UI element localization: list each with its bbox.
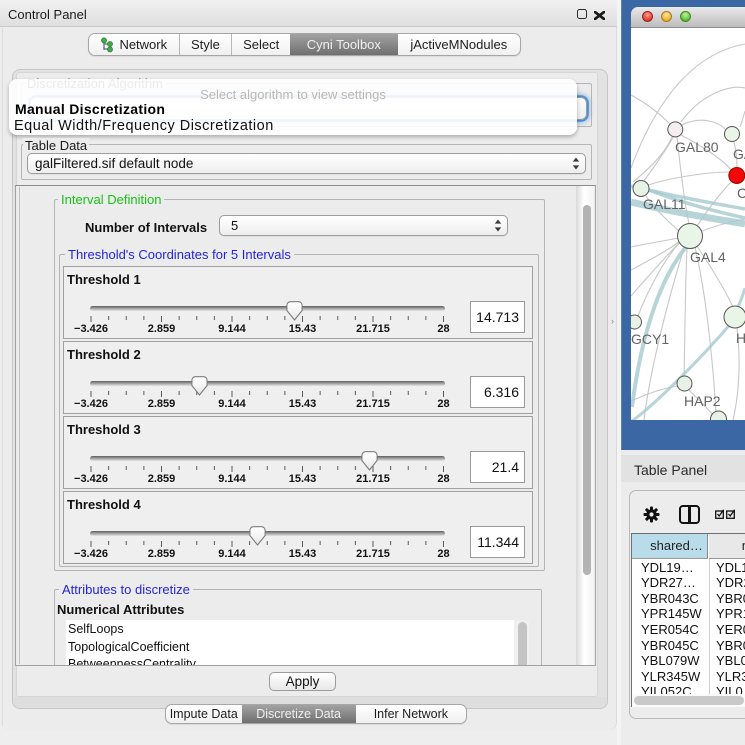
svg-text:GA: GA xyxy=(733,146,745,162)
svg-text:GAL80: GAL80 xyxy=(675,139,719,155)
svg-text:H: H xyxy=(736,330,745,346)
svg-text:GAL11: GAL11 xyxy=(643,196,686,212)
svg-text:C: C xyxy=(737,185,745,201)
svg-text:HAP2: HAP2 xyxy=(684,393,721,409)
svg-text:GAL4: GAL4 xyxy=(690,249,726,265)
svg-text:GCY1: GCY1 xyxy=(631,331,669,347)
